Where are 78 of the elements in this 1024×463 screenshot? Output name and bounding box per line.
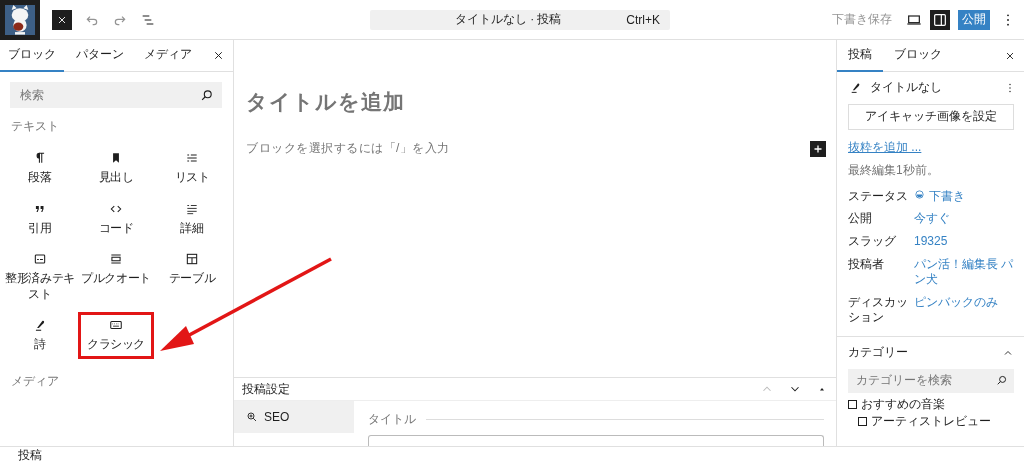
block-label: リスト	[174, 170, 210, 186]
block-item[interactable]: コード	[78, 195, 154, 243]
block-item[interactable]: 段落	[2, 145, 78, 192]
block-item[interactable]: 整形済みテキスト	[2, 246, 78, 309]
block-label: 段落	[28, 170, 52, 186]
block-label: 見出し	[98, 170, 134, 186]
settings-toggle[interactable]	[930, 9, 950, 30]
block-item[interactable]: 詩	[2, 312, 78, 359]
section-heading: メディア	[11, 372, 60, 390]
zoom-icon	[246, 411, 258, 423]
panel-tab[interactable]: パターン	[68, 40, 132, 72]
block-placeholder[interactable]: ブロックを選択するには「/」を入力	[246, 140, 450, 157]
category-label: おすすめの音楽	[861, 396, 945, 413]
add-block-button[interactable]	[810, 140, 826, 157]
title-placeholder[interactable]: タイトルを追加	[246, 88, 405, 116]
excerpt-link[interactable]: 抜粋を追加 ...	[848, 139, 922, 156]
preformatted-icon	[33, 252, 47, 267]
breadcrumb[interactable]: 投稿	[18, 446, 42, 463]
sidebar-icon	[932, 11, 948, 28]
block-label: 詳細	[180, 220, 204, 237]
search-field[interactable]: カテゴリーを検索	[848, 368, 1014, 393]
property-label: スラッグ	[848, 233, 897, 250]
property-value[interactable]: 19325	[914, 233, 948, 250]
verse-icon	[33, 318, 47, 333]
status-icon	[914, 188, 925, 200]
block-item[interactable]: プルクオート	[78, 246, 154, 309]
field-label: タイトル	[368, 411, 416, 428]
block-item[interactable]: テーブル	[154, 246, 230, 309]
sidebar-tab[interactable]: 投稿	[837, 40, 883, 72]
property-value[interactable]: 今すぐ	[914, 211, 950, 227]
last-edited-note: 最終編集1秒前。	[848, 163, 940, 179]
block-label: テーブル	[168, 271, 216, 287]
block-label: 詩	[34, 337, 46, 353]
block-label: コード	[98, 220, 134, 237]
publish-button[interactable]: 公開	[958, 9, 990, 30]
property-label: ステータス	[848, 188, 909, 205]
section-heading: テキスト	[11, 118, 60, 135]
site-logo[interactable]	[0, 0, 40, 40]
paragraph-icon	[33, 151, 47, 165]
close-icon[interactable]	[212, 49, 225, 62]
property-label: 投稿者	[848, 256, 885, 273]
property-value[interactable]: パン活！編集長 パン犬	[914, 256, 1020, 288]
table-icon	[185, 252, 199, 267]
block-item[interactable]: 詳細	[154, 195, 230, 243]
meta-tab[interactable]: SEO	[234, 401, 354, 433]
search-placeholder: 検索	[20, 86, 44, 104]
block-item[interactable]: リスト	[154, 145, 230, 192]
category-label: アーティストレビュー	[871, 414, 991, 430]
block-label: 整形済みテキスト	[5, 271, 75, 303]
panel-title: 投稿設定	[242, 380, 290, 398]
pullquote-icon	[109, 252, 123, 267]
panel-tab[interactable]: メディア	[136, 40, 200, 72]
sidebar-tab[interactable]: ブロック	[883, 40, 953, 72]
search-icon	[199, 87, 214, 103]
block-item[interactable]: 引用	[2, 195, 78, 243]
block-label: 引用	[28, 220, 52, 237]
property-value[interactable]: ピンバックのみ	[914, 294, 998, 311]
feather-icon	[849, 81, 862, 95]
checkbox[interactable]	[858, 417, 867, 427]
featured-image-button[interactable]: アイキャッチ画像を設定	[848, 103, 1014, 130]
search-placeholder: カテゴリーを検索	[856, 372, 952, 389]
property-label: ディスカッション	[848, 294, 909, 326]
checkbox[interactable]	[848, 399, 857, 409]
close-button[interactable]	[52, 9, 72, 30]
document-title: タイトルなし · 投稿	[453, 11, 563, 28]
block-item[interactable]: クラシック	[78, 312, 154, 359]
search-field[interactable]: 検索	[10, 82, 222, 108]
shortcut-hint: Ctrl+K	[626, 12, 660, 27]
property-value[interactable]: 下書き	[929, 188, 965, 205]
command-bar[interactable]: タイトルなし · 投稿 Ctrl+K	[370, 9, 670, 30]
block-item[interactable]: 見出し	[78, 145, 154, 192]
panel-title: カテゴリー	[848, 344, 908, 361]
panel-tab[interactable]: ブロック	[0, 40, 64, 72]
list-icon	[185, 151, 199, 165]
post-title: タイトルなし	[870, 80, 942, 96]
property-label: 公開	[848, 211, 873, 227]
block-label: プルクオート	[81, 271, 151, 287]
block-label: クラシック	[87, 337, 145, 353]
